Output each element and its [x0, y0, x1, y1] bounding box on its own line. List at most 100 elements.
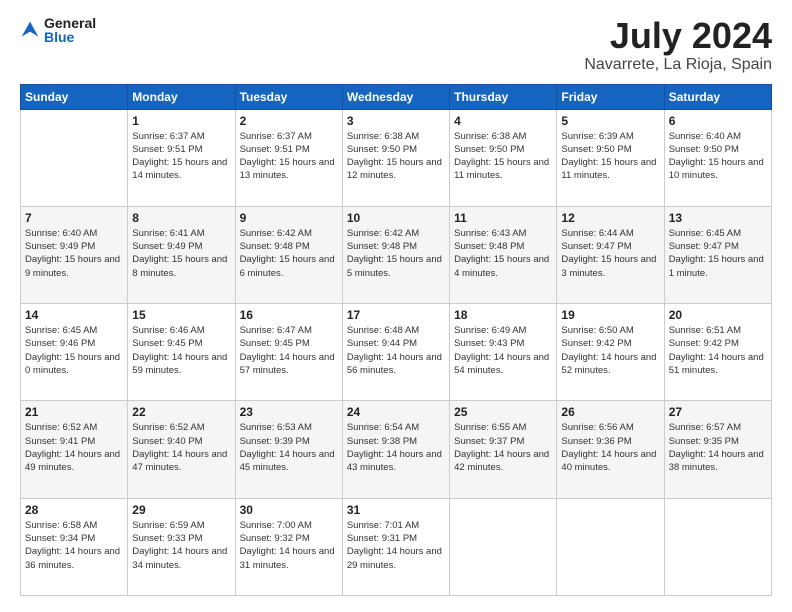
calendar-day-cell [664, 498, 771, 595]
calendar-day-cell: 31 Sunrise: 7:01 AMSunset: 9:31 PMDayligh… [342, 498, 449, 595]
day-number: 10 [347, 211, 445, 225]
calendar-day-cell: 28Sunrise: 6:58 AMSunset: 9:34 PMDayligh… [21, 498, 128, 595]
day-number: 8 [132, 211, 230, 225]
day-info: Sunrise: 6:37 AMSunset: 9:51 PMDaylight:… [240, 130, 338, 183]
calendar-week-row: 7 Sunrise: 6:40 AMSunset: 9:49 PMDaylight… [21, 206, 772, 303]
day-info: Sunrise: 6:49 AMSunset: 9:43 PMDaylight:… [454, 324, 552, 377]
day-info: Sunrise: 6:38 AMSunset: 9:50 PMDaylight:… [454, 130, 552, 183]
day-number: 25 [454, 405, 552, 419]
calendar-day-cell: 20Sunrise: 6:51 AMSunset: 9:42 PMDayligh… [664, 304, 771, 401]
day-number: 30 [240, 503, 338, 517]
calendar-day-cell: 17 Sunrise: 6:48 AMSunset: 9:44 PMDayligh… [342, 304, 449, 401]
calendar-day-cell: 30 Sunrise: 7:00 AMSunset: 9:32 PMDayligh… [235, 498, 342, 595]
calendar-day-cell: 27 Sunrise: 6:57 AMSunset: 9:35 PMDayligh… [664, 401, 771, 498]
day-info: Sunrise: 6:44 AMSunset: 9:47 PMDaylight:… [561, 227, 659, 280]
calendar-day-cell: 7 Sunrise: 6:40 AMSunset: 9:49 PMDaylight… [21, 206, 128, 303]
location-text: Navarrete, La Rioja, Spain [584, 56, 772, 74]
day-number: 19 [561, 308, 659, 322]
day-info: Sunrise: 6:40 AMSunset: 9:49 PMDaylight:… [25, 227, 123, 280]
day-info: Sunrise: 6:37 AMSunset: 9:51 PMDaylight:… [132, 130, 230, 183]
day-number: 3 [347, 114, 445, 128]
day-info: Sunrise: 6:58 AMSunset: 9:34 PMDaylight:… [25, 519, 123, 572]
calendar-day-cell: 29Sunrise: 6:59 AMSunset: 9:33 PMDayligh… [128, 498, 235, 595]
calendar-week-row: 28Sunrise: 6:58 AMSunset: 9:34 PMDayligh… [21, 498, 772, 595]
logo-general-text: General [44, 16, 96, 30]
calendar-day-cell: 1 Sunrise: 6:37 AMSunset: 9:51 PMDaylight… [128, 109, 235, 206]
day-info: Sunrise: 6:39 AMSunset: 9:50 PMDaylight:… [561, 130, 659, 183]
day-number: 22 [132, 405, 230, 419]
day-info: Sunrise: 6:48 AMSunset: 9:44 PMDaylight:… [347, 324, 445, 377]
calendar-day-cell [450, 498, 557, 595]
calendar-day-cell: 16Sunrise: 6:47 AMSunset: 9:45 PMDayligh… [235, 304, 342, 401]
calendar-day-cell: 9 Sunrise: 6:42 AMSunset: 9:48 PMDaylight… [235, 206, 342, 303]
day-info: Sunrise: 6:42 AMSunset: 9:48 PMDaylight:… [347, 227, 445, 280]
calendar-day-cell: 8 Sunrise: 6:41 AMSunset: 9:49 PMDaylight… [128, 206, 235, 303]
calendar-day-cell: 13 Sunrise: 6:45 AMSunset: 9:47 PMDayligh… [664, 206, 771, 303]
calendar-day-cell: 4 Sunrise: 6:38 AMSunset: 9:50 PMDaylight… [450, 109, 557, 206]
calendar-day-cell: 12 Sunrise: 6:44 AMSunset: 9:47 PMDayligh… [557, 206, 664, 303]
day-info: Sunrise: 6:42 AMSunset: 9:48 PMDaylight:… [240, 227, 338, 280]
day-number: 24 [347, 405, 445, 419]
calendar-day-cell: 18Sunrise: 6:49 AMSunset: 9:43 PMDayligh… [450, 304, 557, 401]
day-info: Sunrise: 6:56 AMSunset: 9:36 PMDaylight:… [561, 421, 659, 474]
day-number: 15 [132, 308, 230, 322]
day-number: 20 [669, 308, 767, 322]
day-number: 4 [454, 114, 552, 128]
calendar-day-cell: 23Sunrise: 6:53 AMSunset: 9:39 PMDayligh… [235, 401, 342, 498]
calendar-header-row: SundayMondayTuesdayWednesdayThursdayFrid… [21, 84, 772, 109]
day-info: Sunrise: 6:40 AMSunset: 9:50 PMDaylight:… [669, 130, 767, 183]
day-info: Sunrise: 6:43 AMSunset: 9:48 PMDaylight:… [454, 227, 552, 280]
calendar-day-cell: 2 Sunrise: 6:37 AMSunset: 9:51 PMDaylight… [235, 109, 342, 206]
day-number: 27 [669, 405, 767, 419]
day-info: Sunrise: 6:59 AMSunset: 9:33 PMDaylight:… [132, 519, 230, 572]
calendar-week-row: 14Sunrise: 6:45 AMSunset: 9:46 PMDayligh… [21, 304, 772, 401]
calendar-day-cell: 26Sunrise: 6:56 AMSunset: 9:36 PMDayligh… [557, 401, 664, 498]
calendar-weekday-header: Monday [128, 84, 235, 109]
day-number: 7 [25, 211, 123, 225]
day-info: Sunrise: 6:52 AMSunset: 9:40 PMDaylight:… [132, 421, 230, 474]
calendar-weekday-header: Sunday [21, 84, 128, 109]
day-number: 17 [347, 308, 445, 322]
day-number: 12 [561, 211, 659, 225]
day-number: 16 [240, 308, 338, 322]
calendar-weekday-header: Tuesday [235, 84, 342, 109]
day-number: 9 [240, 211, 338, 225]
day-number: 21 [25, 405, 123, 419]
logo-name: General Blue [44, 16, 96, 44]
calendar-day-cell: 5 Sunrise: 6:39 AMSunset: 9:50 PMDaylight… [557, 109, 664, 206]
day-info: Sunrise: 6:52 AMSunset: 9:41 PMDaylight:… [25, 421, 123, 474]
day-number: 13 [669, 211, 767, 225]
day-info: Sunrise: 7:01 AMSunset: 9:31 PMDaylight:… [347, 519, 445, 572]
calendar-day-cell: 3 Sunrise: 6:38 AMSunset: 9:50 PMDaylight… [342, 109, 449, 206]
month-year-title: July 2024 [584, 16, 772, 56]
day-number: 14 [25, 308, 123, 322]
logo-icon [20, 20, 40, 40]
day-info: Sunrise: 6:50 AMSunset: 9:42 PMDaylight:… [561, 324, 659, 377]
day-info: Sunrise: 6:55 AMSunset: 9:37 PMDaylight:… [454, 421, 552, 474]
calendar-day-cell: 25 Sunrise: 6:55 AMSunset: 9:37 PMDayligh… [450, 401, 557, 498]
calendar-day-cell: 14Sunrise: 6:45 AMSunset: 9:46 PMDayligh… [21, 304, 128, 401]
day-info: Sunrise: 6:41 AMSunset: 9:49 PMDaylight:… [132, 227, 230, 280]
day-info: Sunrise: 6:45 AMSunset: 9:47 PMDaylight:… [669, 227, 767, 280]
day-number: 1 [132, 114, 230, 128]
calendar-weekday-header: Wednesday [342, 84, 449, 109]
calendar-day-cell: 19 Sunrise: 6:50 AMSunset: 9:42 PMDayligh… [557, 304, 664, 401]
calendar-weekday-header: Saturday [664, 84, 771, 109]
calendar-weekday-header: Thursday [450, 84, 557, 109]
calendar-weekday-header: Friday [557, 84, 664, 109]
day-info: Sunrise: 6:46 AMSunset: 9:45 PMDaylight:… [132, 324, 230, 377]
day-info: Sunrise: 6:38 AMSunset: 9:50 PMDaylight:… [347, 130, 445, 183]
day-number: 11 [454, 211, 552, 225]
day-info: Sunrise: 7:00 AMSunset: 9:32 PMDaylight:… [240, 519, 338, 572]
calendar-day-cell: 21 Sunrise: 6:52 AMSunset: 9:41 PMDayligh… [21, 401, 128, 498]
day-number: 23 [240, 405, 338, 419]
page: General Blue July 2024 Navarrete, La Rio… [0, 0, 792, 612]
day-info: Sunrise: 6:57 AMSunset: 9:35 PMDaylight:… [669, 421, 767, 474]
logo-blue-text: Blue [44, 30, 96, 44]
day-number: 31 [347, 503, 445, 517]
calendar-table: SundayMondayTuesdayWednesdayThursdayFrid… [20, 84, 772, 596]
day-number: 2 [240, 114, 338, 128]
calendar-day-cell: 11 Sunrise: 6:43 AMSunset: 9:48 PMDayligh… [450, 206, 557, 303]
day-number: 5 [561, 114, 659, 128]
calendar-day-cell: 6Sunrise: 6:40 AMSunset: 9:50 PMDaylight… [664, 109, 771, 206]
